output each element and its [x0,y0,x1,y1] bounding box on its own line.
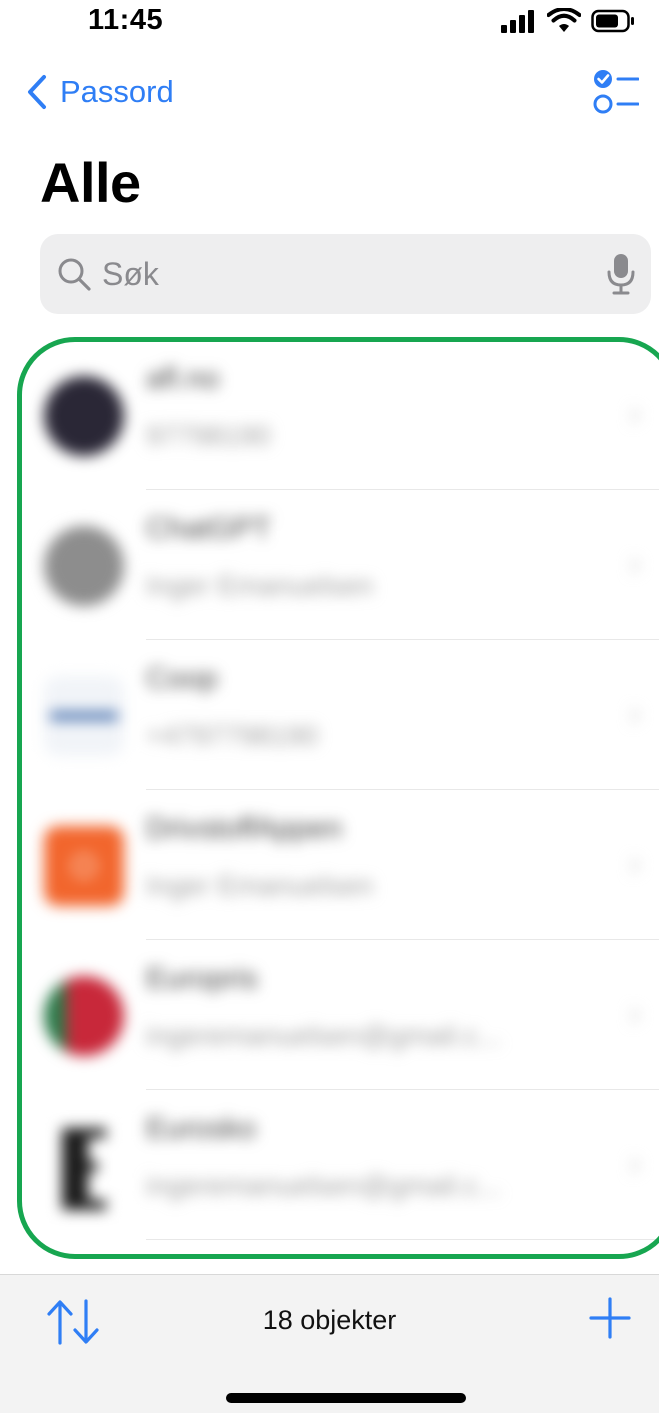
chevron-right-icon: › [629,542,641,583]
back-button-label: Passord [60,74,174,109]
list-item[interactable]: DrivstoffAppen Inger Emanuelsen › [0,790,659,940]
account-avatar [44,826,124,906]
account-avatar [44,976,124,1056]
account-username: ingeremanuelsen@gmail.c... [146,1170,502,1201]
add-button[interactable] [587,1295,633,1341]
account-title: Eurosko [146,1112,257,1145]
account-username: 97798190 [146,420,271,451]
status-icons [499,8,635,34]
bottom-toolbar: 18 objekter [0,1274,659,1413]
search-icon [58,258,91,291]
select-items-button[interactable] [593,66,640,118]
account-title: DrivstoffAppen [146,812,343,845]
page-title: Alle [40,151,141,214]
account-title: Europris [146,962,258,995]
chevron-right-icon: › [629,692,641,733]
list-item[interactable]: Coop +4797798190 › [0,640,659,790]
wifi-icon [547,8,581,32]
account-username: ingeremanuelsen@gmail.c... [146,1020,502,1051]
account-username: Inger Emanuelsen [146,570,374,601]
chevron-right-icon: › [629,842,641,883]
microphone-icon[interactable] [607,252,635,296]
home-indicator[interactable] [226,1393,466,1403]
account-title: ChatGPT [146,512,272,545]
password-list: afl.no 97798190 › ChatGPT Inger Emanuels… [0,340,659,1250]
navigation-bar: Passord [0,60,659,126]
list-item[interactable]: afl.no 97798190 › [0,340,659,490]
chevron-right-icon: › [629,992,641,1033]
chevron-left-icon [28,75,46,109]
search-field[interactable]: Søk [40,234,651,314]
row-separator [146,1239,659,1240]
item-count-label: 18 objekter [262,1305,397,1335]
account-avatar [44,376,124,456]
plus-icon [589,1297,631,1339]
account-avatar [44,676,124,756]
status-time: 11:45 [88,4,164,36]
account-avatar [44,526,124,606]
chevron-right-icon: › [629,1142,641,1183]
list-item[interactable]: Eurosko ingeremanuelsen@gmail.c... › [0,1090,659,1240]
account-title: Coop [146,662,218,695]
checklist-icon [593,70,640,114]
search-placeholder: Søk [102,255,159,292]
account-avatar [44,1126,124,1210]
cellular-signal-icon [501,10,534,33]
list-item[interactable]: Europris ingeremanuelsen@gmail.c... › [0,940,659,1090]
account-username: Inger Emanuelsen [146,870,374,901]
list-item[interactable]: ChatGPT Inger Emanuelsen › [0,490,659,640]
account-username: +4797798190 [146,720,319,751]
back-button[interactable]: Passord [26,74,174,110]
chevron-right-icon: › [629,392,641,433]
battery-icon [591,9,634,33]
status-bar: 11:45 [0,0,659,50]
account-title: afl.no [146,362,220,395]
